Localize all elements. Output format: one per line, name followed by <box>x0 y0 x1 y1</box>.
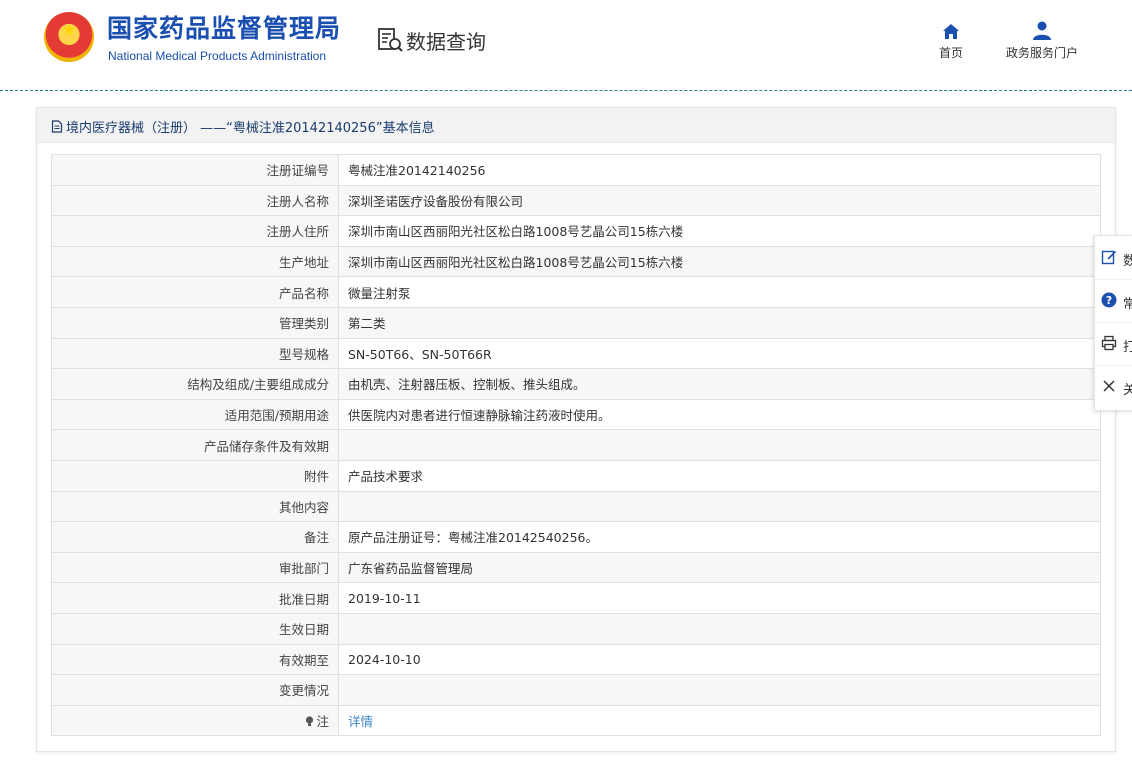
table-row: 审批部门 广东省药品监督管理局 <box>51 551 1101 584</box>
field-label: 批准日期 <box>51 582 339 614</box>
field-value: 深圳市南山区西丽阳光社区松白路1008号艺晶公司15栋六楼 <box>338 215 1101 247</box>
side-toolbar-label: 打 <box>1123 340 1132 355</box>
table-row: 型号规格 SN-50T66、SN-50T66R <box>51 337 1101 370</box>
note-label: 注 <box>51 704 339 737</box>
table-row: 适用范围/预期用途 供医院内对患者进行恒速静脉输注药液时使用。 <box>51 398 1101 431</box>
table-row: 备注 原产品注册证号：粤械注准20142540256。 <box>51 521 1101 553</box>
table-row: 有效期至 2024-10-10 <box>51 643 1101 676</box>
question-icon: ? <box>1101 292 1117 308</box>
field-value: 深圳市南山区西丽阳光社区松白路1008号艺晶公司15栋六楼 <box>338 245 1101 278</box>
table-row: 管理类别 第二类 <box>51 306 1101 339</box>
table-row: 注册证编号 粤械注准20142140256 <box>51 154 1101 186</box>
field-label: 附件 <box>51 459 339 492</box>
field-label: 型号规格 <box>51 337 339 370</box>
section-title: 数据查询 <box>376 25 486 55</box>
lightbulb-icon <box>306 716 314 726</box>
table-row: 注册人名称 深圳圣诺医疗设备股份有限公司 <box>51 184 1101 217</box>
table-row: 产品名称 微量注射泵 <box>51 276 1101 308</box>
svg-text:?: ? <box>1106 294 1112 307</box>
field-value: 深圳圣诺医疗设备股份有限公司 <box>338 184 1101 217</box>
side-toolbar: 数 ? 常 打 关 <box>1094 235 1132 411</box>
note-label-text: 注 <box>316 713 329 729</box>
field-label: 生效日期 <box>51 612 339 645</box>
nav-home[interactable]: 首页 <box>930 18 972 61</box>
field-label: 结构及组成/主要组成成分 <box>51 368 339 400</box>
logo-title-cn[interactable]: 国家药品监督管理局 <box>107 14 341 44</box>
field-value: 微量注射泵 <box>338 276 1101 308</box>
field-value: 广东省药品监督管理局 <box>338 551 1101 584</box>
section-title-text: 数据查询 <box>406 29 486 54</box>
side-toolbar-label: 数 <box>1123 254 1132 269</box>
data-search-icon <box>378 28 403 52</box>
header-divider <box>0 90 1132 91</box>
nav-service-portal-label: 政务服务门户 <box>1005 46 1078 60</box>
table-row: 其他内容 <box>51 490 1101 523</box>
details-link[interactable]: 详情 <box>348 714 373 729</box>
panel-title-text: 境内医疗器械（注册） ——“粤械注准20142140256”基本信息 <box>66 121 435 136</box>
nav-home-label: 首页 <box>938 46 963 60</box>
side-toolbar-label: 常 <box>1123 297 1132 312</box>
field-label: 生产地址 <box>51 245 339 278</box>
field-label: 管理类别 <box>51 306 339 339</box>
field-value: 产品技术要求 <box>338 459 1101 492</box>
field-label: 注册人名称 <box>51 184 339 217</box>
side-toolbar-item[interactable]: 关 <box>1095 365 1132 408</box>
side-toolbar-item[interactable]: ? 常 <box>1095 279 1132 323</box>
user-icon <box>1033 21 1051 40</box>
national-emblem-icon: ★ <box>44 12 94 62</box>
panel-title: 境内医疗器械（注册） ——“粤械注准20142140256”基本信息 <box>51 117 435 136</box>
table-row: 批准日期 2019-10-11 <box>51 582 1101 614</box>
table-row: 生产地址 深圳市南山区西丽阳光社区松白路1008号艺晶公司15栋六楼 <box>51 245 1101 278</box>
table-row: 生效日期 <box>51 612 1101 645</box>
side-toolbar-label: 关 <box>1123 383 1132 398</box>
field-value: 第二类 <box>338 306 1101 339</box>
table-row: 产品储存条件及有效期 <box>51 429 1101 461</box>
field-label: 产品名称 <box>51 276 339 308</box>
document-icon <box>51 120 63 133</box>
note-value: 详情 <box>338 704 1101 737</box>
field-value <box>338 612 1101 645</box>
side-toolbar-item[interactable]: 数 <box>1095 236 1132 280</box>
field-label: 其他内容 <box>51 490 339 523</box>
table-row: 注 详情 <box>51 704 1101 737</box>
info-table: 注册证编号 粤械注准20142140256 注册人名称 深圳圣诺医疗设备股份有限公司… <box>51 154 1101 737</box>
panel-header: 境内医疗器械（注册） ——“粤械注准20142140256”基本信息 <box>37 108 1115 143</box>
field-value <box>338 490 1101 523</box>
field-value: 粤械注准20142140256 <box>338 154 1101 186</box>
site-header: ★ 国家药品监督管理局 National Medical Products Ad… <box>0 0 1132 90</box>
field-label: 适用范围/预期用途 <box>51 398 339 431</box>
nav-service-portal[interactable]: 政务服务门户 <box>998 18 1086 61</box>
field-label: 产品储存条件及有效期 <box>51 429 339 461</box>
table-row: 附件 产品技术要求 <box>51 459 1101 492</box>
field-value: 2019-10-11 <box>338 582 1101 614</box>
field-label: 有效期至 <box>51 643 339 676</box>
home-icon <box>943 24 959 39</box>
field-label: 备注 <box>51 521 339 553</box>
field-value: SN-50T66、SN-50T66R <box>338 337 1101 370</box>
field-value: 供医院内对患者进行恒速静脉输注药液时使用。 <box>338 398 1101 431</box>
field-label: 变更情况 <box>51 674 339 706</box>
field-label: 注册证编号 <box>51 154 339 186</box>
table-row: 结构及组成/主要组成成分 由机壳、注射器压板、控制板、推头组成。 <box>51 368 1101 400</box>
field-label: 审批部门 <box>51 551 339 584</box>
detail-panel: 境内医疗器械（注册） ——“粤械注准20142140256”基本信息 注册证编号… <box>36 107 1116 752</box>
table-row: 注册人住所 深圳市南山区西丽阳光社区松白路1008号艺晶公司15栋六楼 <box>51 215 1101 247</box>
field-value <box>338 674 1101 706</box>
edit-icon <box>1101 250 1117 265</box>
field-value <box>338 429 1101 461</box>
field-value: 2024-10-10 <box>338 643 1101 676</box>
field-value: 由机壳、注射器压板、控制板、推头组成。 <box>338 368 1101 400</box>
logo-title-en: National Medical Products Administration <box>108 49 327 63</box>
side-toolbar-item[interactable]: 打 <box>1095 322 1132 366</box>
field-value: 原产品注册证号：粤械注准20142540256。 <box>338 521 1101 553</box>
table-row: 变更情况 <box>51 674 1101 706</box>
field-label: 注册人住所 <box>51 215 339 247</box>
close-icon <box>1103 380 1115 392</box>
print-icon <box>1101 335 1117 351</box>
